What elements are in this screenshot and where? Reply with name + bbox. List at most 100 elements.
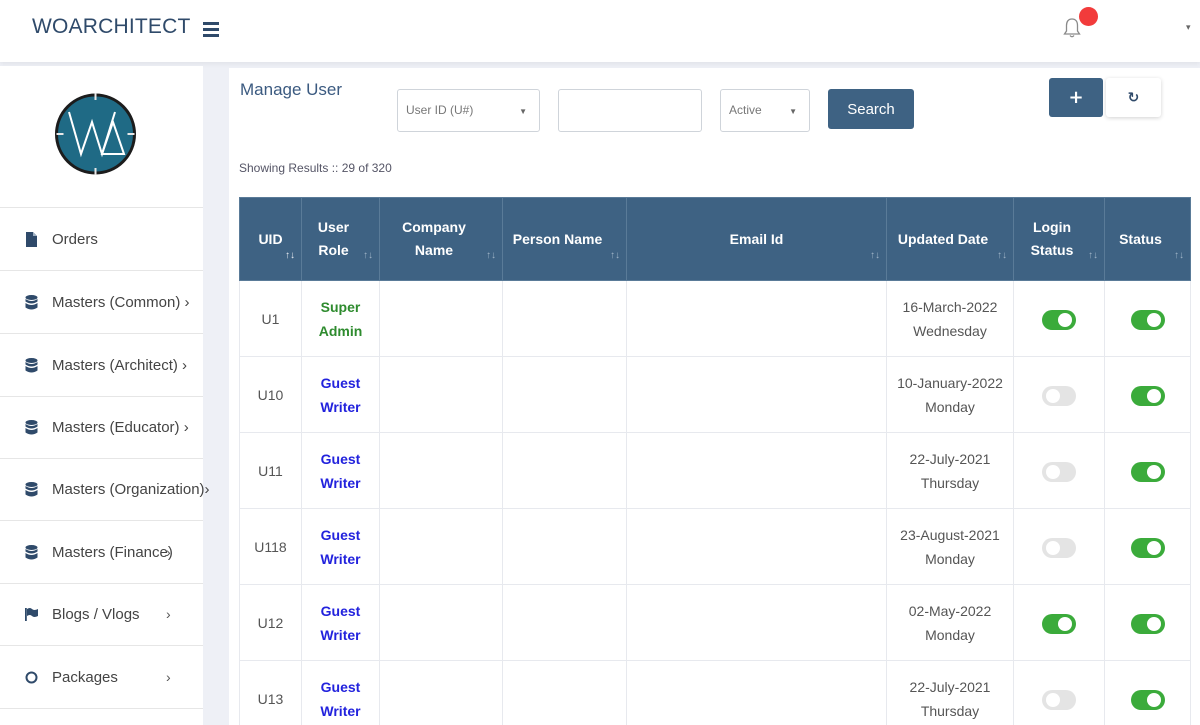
column-header-login-status[interactable]: Login Status ↑↓ [1013, 197, 1105, 281]
column-header-updated-date[interactable]: Updated Date ↑↓ [886, 197, 1014, 281]
login-status-toggle[interactable] [1042, 385, 1076, 406]
filter-field-select[interactable]: User ID (U#) ▼ [397, 89, 540, 132]
users-table: UID ↑↓ User Role ↑↓ Company Name ↑↓ Person … [239, 197, 1191, 725]
cell-status [1104, 508, 1191, 585]
cell-uid: U12 [239, 584, 302, 661]
cell-email-id [626, 280, 887, 357]
status-toggle[interactable] [1130, 613, 1165, 634]
updated-date: 22-July-2021 [909, 450, 991, 467]
column-header-email-id[interactable]: Email Id ↑↓ [626, 197, 887, 281]
cell-status [1104, 660, 1191, 725]
column-header-uid[interactable]: UID ↑↓ [239, 197, 302, 281]
sidebar-item-label: Packages [52, 668, 118, 686]
search-input[interactable] [558, 89, 702, 132]
table-header-row: UID ↑↓ User Role ↑↓ Company Name ↑↓ Person … [239, 197, 1191, 281]
add-user-button[interactable]: + [1049, 78, 1103, 117]
menu-toggle-icon[interactable] [203, 22, 219, 37]
cell-user-role[interactable]: Guest Writer [301, 432, 380, 509]
notification-badge [1079, 7, 1098, 26]
sidebar-item-masters-common[interactable]: Masters (Common) › [0, 271, 203, 334]
login-status-toggle[interactable] [1042, 689, 1076, 710]
cell-user-role[interactable]: Guest Writer [301, 584, 380, 661]
sidebar-item-masters-organization[interactable]: Masters (Organization)› [0, 458, 210, 521]
user-role-link[interactable]: Guest Writer [302, 599, 379, 647]
cell-company-name [379, 508, 503, 585]
database-icon [25, 481, 38, 496]
status-toggle[interactable] [1130, 309, 1165, 330]
user-role-link[interactable]: Guest Writer [302, 447, 379, 495]
status-toggle[interactable] [1130, 461, 1165, 482]
cell-status [1104, 432, 1191, 509]
sidebar-item-masters-finance[interactable]: Masters (Finance) › [0, 521, 203, 584]
sort-icon[interactable]: ↑↓ [870, 244, 880, 267]
sidebar-item-orders[interactable]: Orders [0, 208, 203, 271]
cell-login-status [1013, 432, 1105, 509]
logo-area [0, 66, 203, 208]
column-header-company-name[interactable]: Company Name ↑↓ [379, 197, 503, 281]
logo-icon [55, 93, 136, 175]
toggle-knob [1046, 464, 1060, 479]
sort-icon[interactable]: ↑↓ [1088, 244, 1098, 267]
cell-user-role[interactable]: Guest Writer [301, 508, 380, 585]
sidebar-item-label: Masters (Organization)› [52, 480, 210, 498]
circle-icon [25, 671, 38, 683]
toggle-knob [1146, 616, 1161, 631]
column-header-user-role[interactable]: User Role ↑↓ [301, 197, 380, 281]
chevron-down-icon: ▼ [789, 107, 797, 116]
profile-dropdown-caret[interactable]: ▾ [1186, 22, 1191, 33]
cell-email-id [626, 356, 887, 433]
cell-user-role[interactable]: Super Admin [301, 280, 380, 357]
sort-icon[interactable]: ↑↓ [285, 244, 295, 267]
status-filter-select[interactable]: Active ▼ [720, 89, 810, 132]
status-toggle[interactable] [1130, 689, 1165, 710]
updated-date: 22-July-2021 [909, 678, 991, 695]
cell-user-role[interactable]: Guest Writer [301, 356, 380, 433]
user-role-link[interactable]: Guest Writer [302, 371, 379, 419]
cell-email-id [626, 508, 887, 585]
updated-day: Wednesday [913, 322, 987, 339]
login-status-toggle[interactable] [1042, 309, 1076, 330]
cell-person-name [502, 280, 627, 357]
updated-day: Monday [925, 550, 975, 567]
status-toggle[interactable] [1130, 385, 1165, 406]
cell-updated-date: 16-March-2022 Wednesday [886, 280, 1014, 357]
cell-uid: U118 [239, 508, 302, 585]
column-header-person-name[interactable]: Person Name ↑↓ [502, 197, 627, 281]
user-role-link[interactable]: Super Admin [302, 295, 379, 343]
login-status-toggle[interactable] [1042, 537, 1076, 558]
sort-icon[interactable]: ↑↓ [610, 244, 620, 267]
toggle-knob [1146, 388, 1161, 403]
sort-icon[interactable]: ↑↓ [486, 244, 496, 267]
cell-login-status [1013, 356, 1105, 433]
cell-user-role[interactable]: Guest Writer [301, 660, 380, 725]
column-header-status[interactable]: Status ↑↓ [1104, 197, 1191, 281]
sidebar-item-masters-educator[interactable]: Masters (Educator) › [0, 396, 203, 459]
column-label: Updated Date [897, 230, 989, 247]
refresh-button[interactable]: ↻ [1106, 78, 1161, 117]
toggle-knob [1046, 692, 1060, 707]
results-count: Showing Results :: 29 of 320 [239, 161, 392, 175]
sort-icon[interactable]: ↑↓ [997, 244, 1007, 267]
cell-status [1104, 280, 1191, 357]
brand-name[interactable]: WOARCHITECT [32, 15, 191, 39]
sidebar-item-masters-architect[interactable]: Masters (Architect) › [0, 334, 203, 397]
cell-uid: U13 [239, 660, 302, 725]
login-status-toggle[interactable] [1042, 461, 1076, 482]
user-role-link[interactable]: Guest Writer [302, 523, 379, 571]
cell-updated-date: 22-July-2021 Thursday [886, 660, 1014, 725]
sidebar-item-packages[interactable]: Packages › [0, 646, 203, 709]
status-toggle[interactable] [1130, 537, 1165, 558]
login-status-toggle[interactable] [1042, 613, 1076, 634]
sort-icon[interactable]: ↑↓ [363, 244, 373, 267]
toggle-knob [1046, 540, 1060, 555]
sidebar-item-label: Blogs / Vlogs [52, 605, 140, 623]
updated-date: 16-March-2022 [902, 298, 998, 315]
toggle-knob [1146, 312, 1161, 327]
updated-date: 10-January-2022 [897, 374, 1003, 391]
sort-icon[interactable]: ↑↓ [1174, 244, 1184, 267]
user-role-link[interactable]: Guest Writer [302, 675, 379, 723]
search-button[interactable]: Search [828, 89, 914, 129]
cell-company-name [379, 584, 503, 661]
sidebar-item-blogs-vlogs[interactable]: Blogs / Vlogs › [0, 583, 203, 646]
column-label: Company Name [402, 219, 466, 258]
